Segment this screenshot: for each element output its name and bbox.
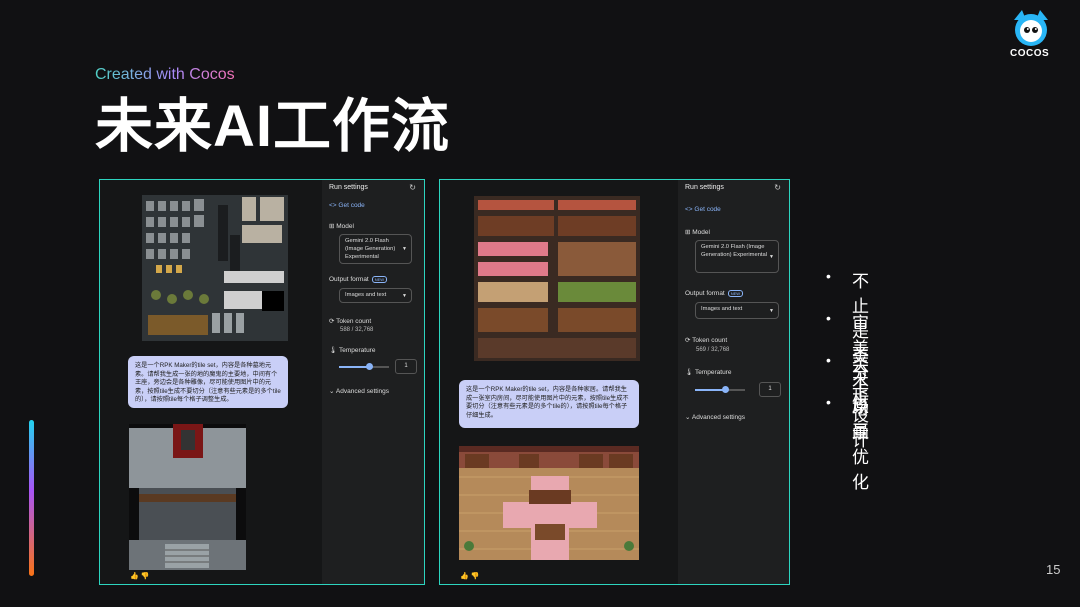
temperature-label-text: Temperature	[694, 369, 732, 376]
slider-thumb[interactable]	[722, 386, 729, 393]
output-format-label: Output format NEW	[329, 276, 388, 284]
get-code-button[interactable]: <> Get code	[685, 206, 721, 213]
chevron-down-icon: ▼	[402, 246, 407, 252]
new-badge: NEW	[727, 290, 744, 297]
temperature-input[interactable]: 1	[759, 382, 781, 397]
advanced-settings-label: Advanced settings	[335, 388, 390, 395]
prompt-bubble: 这是一个RPK Maker的tile set，内容是各种家居。请帮我生成一张室内…	[459, 380, 639, 428]
output-format-label-text: Output format	[685, 290, 725, 298]
feedback-icons[interactable]: 👍 👎	[460, 572, 479, 580]
feedback-icons[interactable]: 👍 👎	[130, 572, 149, 580]
slider-thumb[interactable]	[366, 363, 373, 370]
code-icon: <>	[329, 202, 337, 209]
furniture-tileset-image	[474, 196, 640, 361]
run-settings-header: Run settings	[329, 184, 368, 191]
token-icon: ⟳	[685, 337, 691, 344]
chat-area: 这是一个RPK Maker的tile set，内容是各种家居。请帮我生成一张室内…	[440, 180, 678, 584]
model-label: ⊞ Model	[685, 228, 710, 236]
temperature-slider[interactable]	[339, 363, 389, 370]
advanced-settings-label: Advanced settings	[691, 414, 746, 421]
slider-fill	[339, 366, 369, 368]
prompt-bubble: 这是一个RPK Maker的tile set，内容是各种墓地元素。请帮我生成一张…	[128, 356, 288, 408]
bullet-dot: •	[826, 310, 831, 326]
slide-subtitle: Created with Cocos	[95, 66, 235, 83]
token-count-value: 588 / 32,768	[340, 327, 374, 333]
model-select[interactable]: Gemini 2.0 Flash (Image Generation) Expe…	[695, 240, 779, 273]
model-select-value: Gemini 2.0 Flash (Image Generation) Expe…	[701, 244, 768, 258]
generated-throne-map-image	[129, 424, 246, 570]
refresh-icon[interactable]: ↻	[409, 183, 416, 192]
chevron-down-icon: ⌄	[329, 388, 335, 395]
output-format-value: Images and text	[701, 306, 743, 312]
model-label: ⊞ Model	[329, 222, 354, 230]
advanced-settings-toggle[interactable]: ⌄ Advanced settings	[685, 413, 745, 421]
output-format-select[interactable]: Images and text ▼	[695, 302, 779, 319]
output-format-label-text: Output format	[329, 276, 369, 284]
model-icon: ⊞	[685, 229, 691, 236]
generated-room-image	[459, 446, 639, 560]
token-count-label: ⟳ Token count	[329, 317, 371, 325]
token-count-label: ⟳ Token count	[685, 336, 727, 344]
temperature-label-text: Temperature	[338, 347, 376, 354]
model-label-text: Model	[692, 229, 710, 236]
cocos-logo-text: COCOS	[1010, 48, 1050, 59]
temperature-label: 🌡 Temperature	[329, 346, 375, 354]
run-settings-header: Run settings	[685, 184, 724, 191]
temperature-slider[interactable]	[695, 386, 745, 393]
chevron-down-icon: ▼	[769, 307, 774, 314]
temperature-label: 🌡 Temperature	[685, 368, 731, 376]
refresh-icon[interactable]: ↻	[774, 183, 781, 192]
advanced-settings-toggle[interactable]: ⌄ Advanced settings	[329, 387, 389, 395]
token-count-value: 569 / 32,768	[696, 347, 730, 353]
bullet-text: 场景优化	[852, 398, 869, 492]
model-icon: ⊞	[329, 223, 335, 230]
slide-title: 未来AI工作流	[95, 94, 451, 159]
bullet-dot: •	[826, 268, 831, 284]
slider-fill	[695, 389, 725, 391]
bullet-dot: •	[826, 352, 831, 368]
output-format-label: Output format NEW	[685, 290, 744, 298]
token-count-label-text: Token count	[692, 337, 728, 344]
token-icon: ⟳	[329, 318, 335, 325]
chevron-down-icon: ⌄	[685, 414, 691, 421]
run-settings-panel: Run settings ↻ <> Get code ⊞ Model Gemin…	[322, 180, 424, 584]
bullet-dot: •	[826, 394, 831, 410]
chevron-down-icon: ▼	[769, 253, 774, 260]
chat-area: 这是一个RPK Maker的tile set，内容是各种墓地元素。请帮我生成一张…	[100, 180, 322, 584]
graveyard-tileset-image	[142, 195, 288, 341]
chevron-down-icon: ▼	[402, 292, 407, 299]
new-badge: NEW	[371, 276, 388, 283]
temperature-input[interactable]: 1	[395, 359, 417, 374]
code-icon: <>	[685, 206, 693, 213]
token-count-label-text: Token count	[336, 318, 372, 325]
ai-studio-screenshot-2: 这是一个RPK Maker的tile set，内容是各种家居。请帮我生成一张室内…	[439, 179, 790, 585]
get-code-button[interactable]: <> Get code	[329, 202, 365, 209]
ai-studio-screenshot-1: 这是一个RPK Maker的tile set，内容是各种墓地元素。请帮我生成一张…	[99, 179, 425, 585]
model-select-value: Gemini 2.0 Flash (Image Generation) Expe…	[345, 238, 396, 260]
accent-bar	[29, 420, 34, 576]
get-code-label: Get code	[694, 206, 721, 213]
output-format-value: Images and text	[345, 292, 387, 298]
output-format-select[interactable]: Images and text ▼	[339, 288, 412, 303]
thermometer-icon: 🌡	[685, 369, 694, 376]
thermometer-icon: 🌡	[329, 347, 338, 354]
get-code-label: Get code	[338, 202, 365, 209]
model-select[interactable]: Gemini 2.0 Flash (Image Generation) Expe…	[339, 234, 412, 264]
run-settings-panel: Run settings ↻ <> Get code ⊞ Model Gemin…	[678, 180, 789, 584]
page-number: 15	[1046, 562, 1061, 577]
model-label-text: Model	[336, 223, 354, 230]
